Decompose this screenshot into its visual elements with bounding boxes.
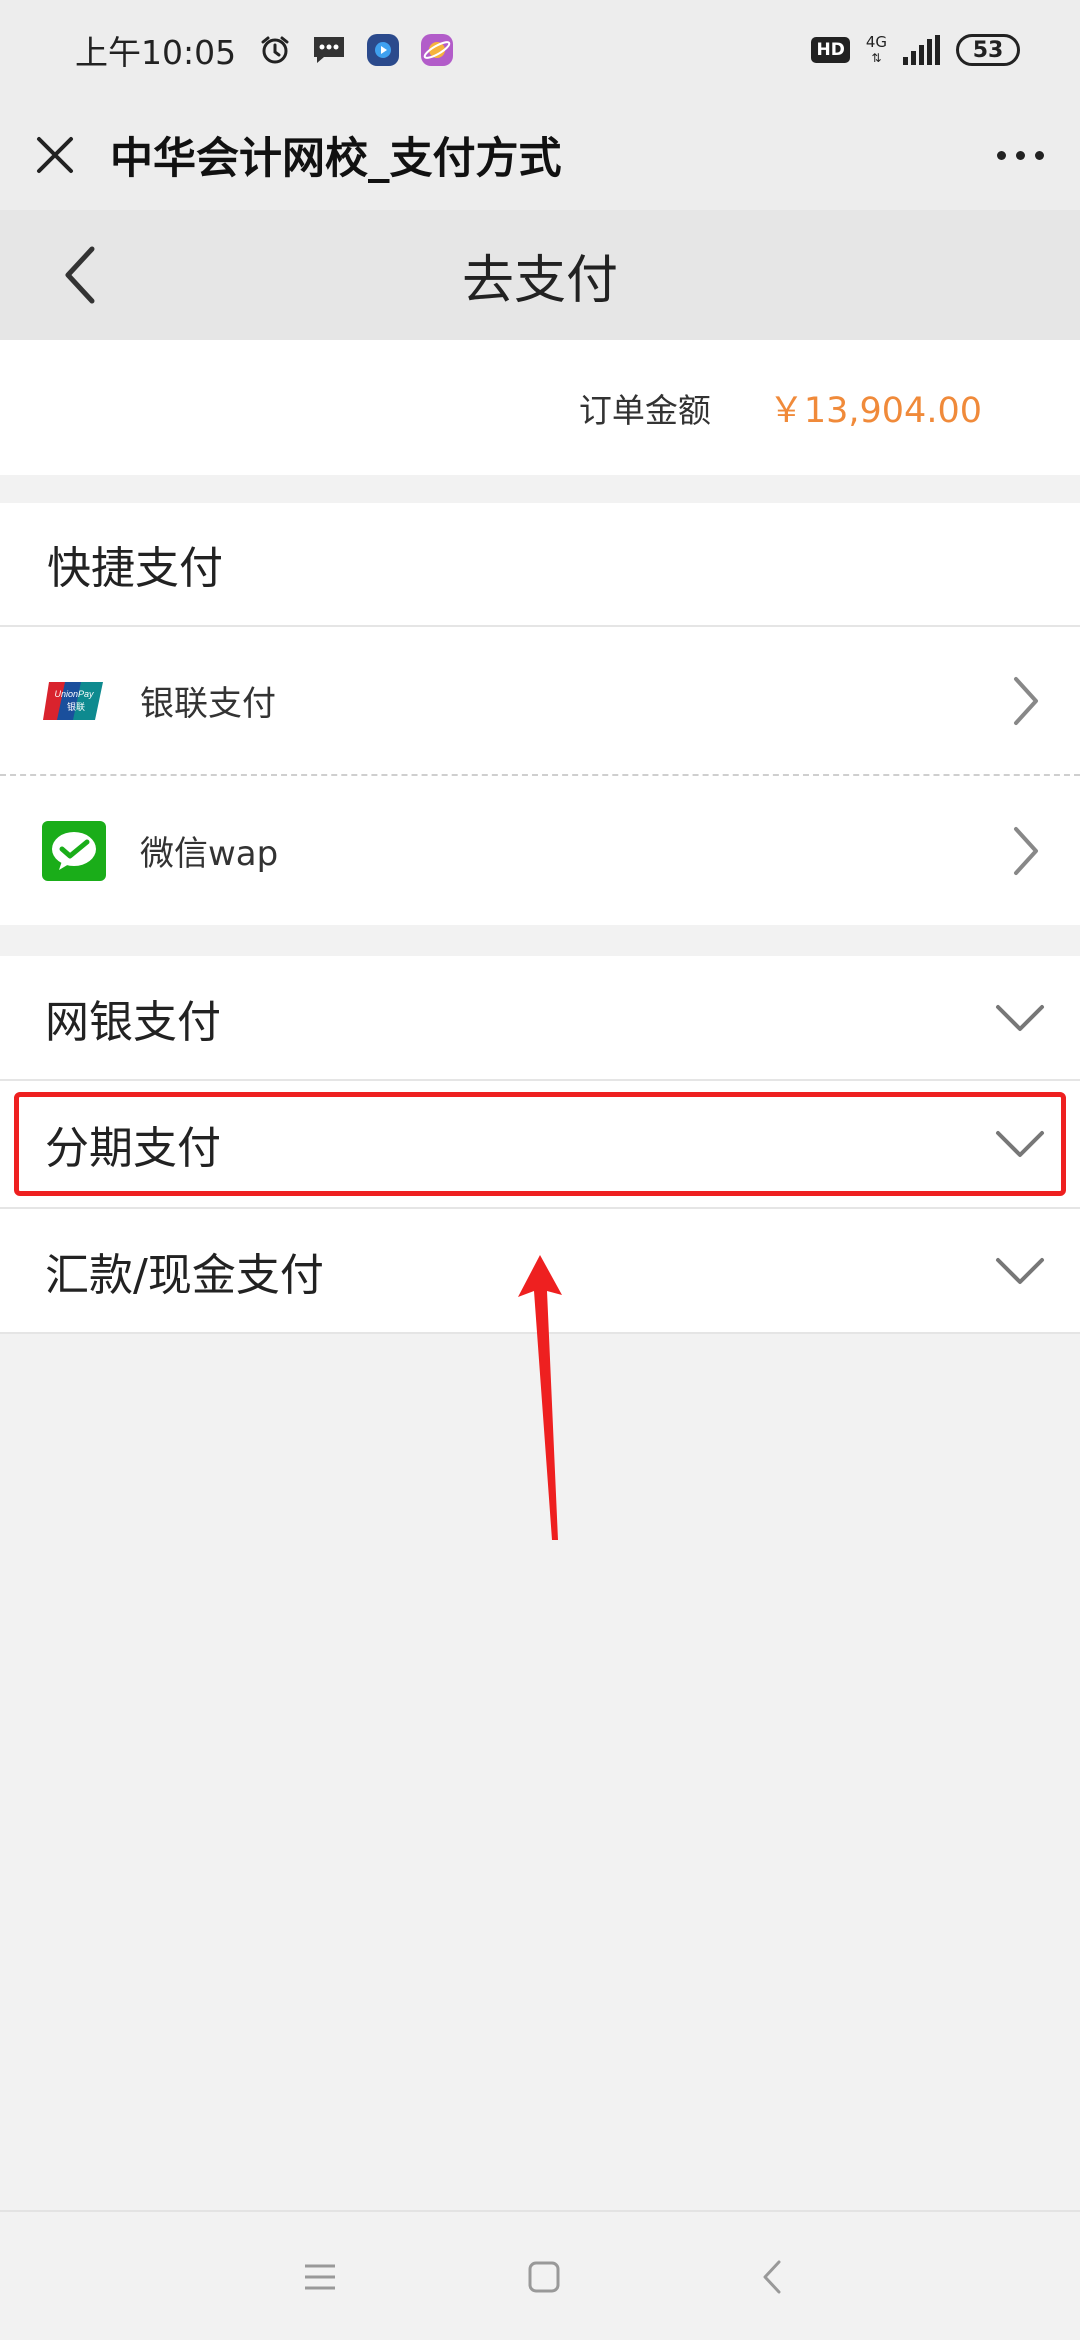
planet-app-icon	[420, 33, 454, 67]
section-label: 分期支付	[45, 1123, 221, 1174]
order-amount-label: 订单金额	[578, 390, 711, 430]
status-bar: 上午10:05 HD 4G ⇅ 53	[0, 0, 1080, 100]
video-app-icon	[366, 33, 400, 67]
section-label: 网银支付	[45, 996, 221, 1048]
chevron-down-icon	[996, 1131, 1044, 1157]
more-icon	[996, 150, 1006, 160]
pay-option-label: 银联支付	[140, 684, 276, 724]
more-button[interactable]	[960, 100, 1080, 210]
network-indicator: 4G ⇅	[866, 34, 887, 66]
browser-toolbar: 中华会计网校_支付方式	[0, 100, 1080, 210]
system-nav-bar	[0, 2210, 1080, 2340]
section-remittance-cash[interactable]: 汇款/现金支付	[0, 1209, 1080, 1334]
close-button[interactable]	[0, 100, 110, 210]
pay-option-label: 微信wap	[140, 834, 279, 874]
section-installment[interactable]: 分期支付	[0, 1081, 1080, 1209]
status-system-icons: HD 4G ⇅ 53	[811, 34, 1020, 66]
chevron-down-icon	[996, 1004, 1044, 1031]
svg-text:银联: 银联	[67, 701, 85, 713]
alarm-icon	[258, 33, 292, 67]
data-arrows-icon: ⇅	[871, 51, 882, 65]
order-amount-row: 订单金额 ￥13,904.00	[0, 340, 1080, 475]
quick-pay-section: 快捷支付 UnionPay 银联 银联支付 微信wap	[0, 503, 1080, 925]
hd-badge: HD	[811, 37, 850, 63]
quick-pay-title: 快捷支付	[0, 503, 1080, 627]
message-icon	[312, 33, 346, 67]
chevron-left-icon	[65, 246, 95, 304]
section-online-banking[interactable]: 网银支付	[0, 956, 1080, 1081]
close-icon	[37, 137, 73, 173]
nav-home-button[interactable]	[484, 2212, 604, 2340]
pay-option-unionpay[interactable]: UnionPay 银联 银联支付	[0, 627, 1080, 776]
status-notification-icons	[258, 33, 454, 67]
page-header: 去支付	[0, 210, 1080, 340]
chevron-right-icon	[1014, 676, 1038, 725]
pay-option-wechat[interactable]: 微信wap	[0, 776, 1080, 925]
nav-back-button[interactable]	[712, 2212, 832, 2340]
menu-icon	[305, 2264, 335, 2290]
unionpay-icon: UnionPay 银联	[42, 671, 106, 731]
chevron-down-icon	[996, 1257, 1044, 1284]
nav-menu-button[interactable]	[260, 2212, 380, 2340]
back-icon	[763, 2260, 781, 2294]
home-icon	[528, 2261, 560, 2293]
browser-title: 中华会计网校_支付方式	[110, 134, 562, 184]
svg-text:UnionPay: UnionPay	[54, 689, 94, 699]
battery-icon: 53	[956, 34, 1020, 66]
back-button[interactable]	[30, 210, 130, 340]
order-amount-value: ￥13,904.00	[768, 391, 982, 431]
battery-level: 53	[972, 37, 1004, 63]
chevron-right-icon	[1014, 826, 1038, 875]
page-title: 去支付	[461, 250, 618, 311]
wechat-icon	[42, 820, 106, 881]
signal-icon	[903, 35, 940, 65]
network-type: 4G	[865, 33, 887, 51]
status-time: 上午10:05	[75, 33, 237, 72]
section-label: 汇款/现金支付	[45, 1249, 324, 1301]
